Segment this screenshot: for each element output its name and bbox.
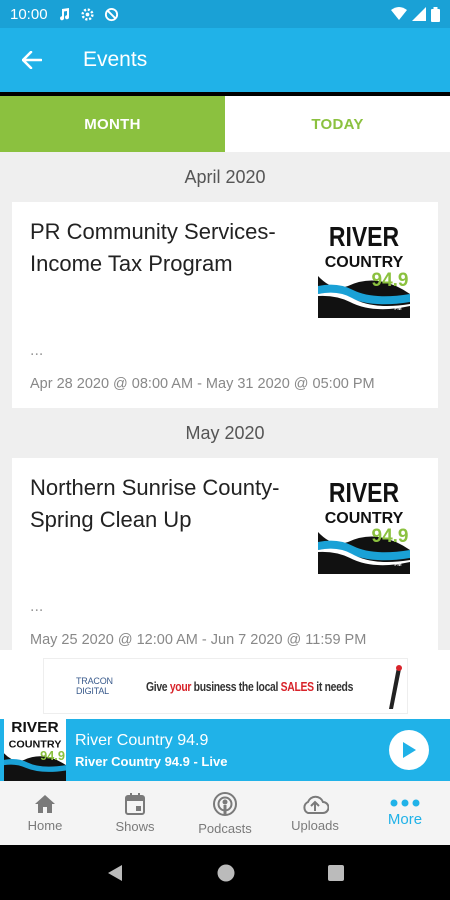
- svg-text:FM: FM: [394, 306, 401, 312]
- recents-square-icon[interactable]: [327, 864, 344, 881]
- ad-brand: TRACON DIGITAL: [76, 676, 113, 696]
- gear-icon: [80, 7, 94, 21]
- bottom-navigation: Home Shows Podcasts Uploads More: [0, 781, 450, 845]
- tab-month[interactable]: MONTH: [0, 96, 225, 152]
- event-card[interactable]: PR Community Services-Income Tax Program…: [12, 202, 438, 408]
- event-date: Apr 28 2020 @ 08:00 AM - May 31 2020 @ 0…: [30, 376, 375, 392]
- nav-label: Uploads: [291, 817, 339, 833]
- status-bar: 10:00: [0, 0, 450, 28]
- svg-text:COUNTRY: COUNTRY: [325, 510, 404, 527]
- system-navigation-bar: [0, 845, 450, 900]
- event-title: Northern Sunrise County-Spring Clean Up: [30, 475, 280, 532]
- nav-label: More: [387, 810, 423, 828]
- svg-text:94.9: 94.9: [40, 749, 65, 763]
- event-title: PR Community Services-Income Tax Program: [30, 219, 276, 276]
- svg-text:94.9: 94.9: [372, 526, 409, 547]
- nav-more[interactable]: More: [360, 781, 450, 845]
- wifi-icon: [391, 7, 407, 20]
- data-saver-icon: [104, 7, 118, 21]
- station-logo: RIVER COUNTRY 94.9 FM: [318, 224, 410, 318]
- music-note-icon: [59, 8, 69, 21]
- nav-home[interactable]: Home: [0, 781, 90, 845]
- events-list[interactable]: April 2020 PR Community Services-Income …: [0, 152, 450, 650]
- svg-text:COUNTRY: COUNTRY: [325, 254, 404, 271]
- tab-bar: MONTH TODAY: [0, 96, 450, 152]
- nav-uploads[interactable]: Uploads: [270, 781, 360, 845]
- more-icon: [390, 799, 420, 806]
- svg-text:RIVER: RIVER: [11, 719, 58, 736]
- battery-icon: [431, 6, 440, 22]
- event-card[interactable]: Northern Sunrise County-Spring Clean Up …: [12, 458, 438, 650]
- ad-banner[interactable]: TRACON DIGITAL Give your business the lo…: [0, 650, 450, 720]
- home-circle-icon[interactable]: [217, 864, 235, 882]
- now-playing-subtitle: River Country 94.9 - Live: [75, 753, 228, 769]
- tab-today[interactable]: TODAY: [225, 96, 450, 152]
- calendar-icon: [125, 792, 145, 815]
- nav-label: Home: [27, 817, 63, 833]
- home-icon: [35, 794, 55, 813]
- back-triangle-icon[interactable]: [106, 864, 124, 882]
- svg-text:RIVER: RIVER: [329, 224, 399, 253]
- svg-text:FM: FM: [394, 562, 401, 568]
- status-time: 10:00: [10, 5, 48, 23]
- event-snippet: ...: [30, 598, 44, 615]
- svg-text:94.9: 94.9: [372, 270, 409, 291]
- nav-label: Shows: [115, 818, 155, 834]
- podcast-icon: [213, 791, 237, 816]
- page-title: Events: [83, 48, 148, 71]
- signal-icon: [412, 7, 426, 21]
- event-date: May 25 2020 @ 12:00 AM - Jun 7 2020 @ 11…: [30, 632, 367, 648]
- arrow-back-icon: [22, 51, 42, 69]
- month-header: May 2020: [185, 423, 265, 443]
- now-playing-bar[interactable]: RIVER COUNTRY 94.9 River Country 94.9 Ri…: [0, 719, 450, 781]
- cloud-upload-icon: [303, 795, 329, 814]
- play-icon: [403, 742, 416, 758]
- event-snippet: ...: [30, 342, 44, 359]
- now-playing-info: River Country 94.9 River Country 94.9 - …: [75, 732, 227, 769]
- now-playing-title: River Country 94.9: [75, 731, 209, 749]
- ad-text: Give your business the local SALES it ne…: [146, 678, 354, 694]
- guitar-icon: [389, 665, 402, 709]
- nav-label: Podcasts: [198, 820, 252, 836]
- nav-shows[interactable]: Shows: [90, 781, 180, 845]
- month-header: April 2020: [184, 167, 266, 187]
- station-logo: RIVER COUNTRY 94.9: [4, 719, 66, 781]
- back-button[interactable]: [0, 28, 64, 92]
- play-button[interactable]: [389, 730, 429, 770]
- station-logo: RIVER COUNTRY 94.9 FM: [318, 480, 410, 574]
- svg-text:RIVER: RIVER: [329, 480, 399, 509]
- ad-content[interactable]: TRACON DIGITAL Give your business the lo…: [43, 658, 408, 714]
- app-bar: Events: [0, 28, 450, 92]
- nav-podcasts[interactable]: Podcasts: [180, 781, 270, 845]
